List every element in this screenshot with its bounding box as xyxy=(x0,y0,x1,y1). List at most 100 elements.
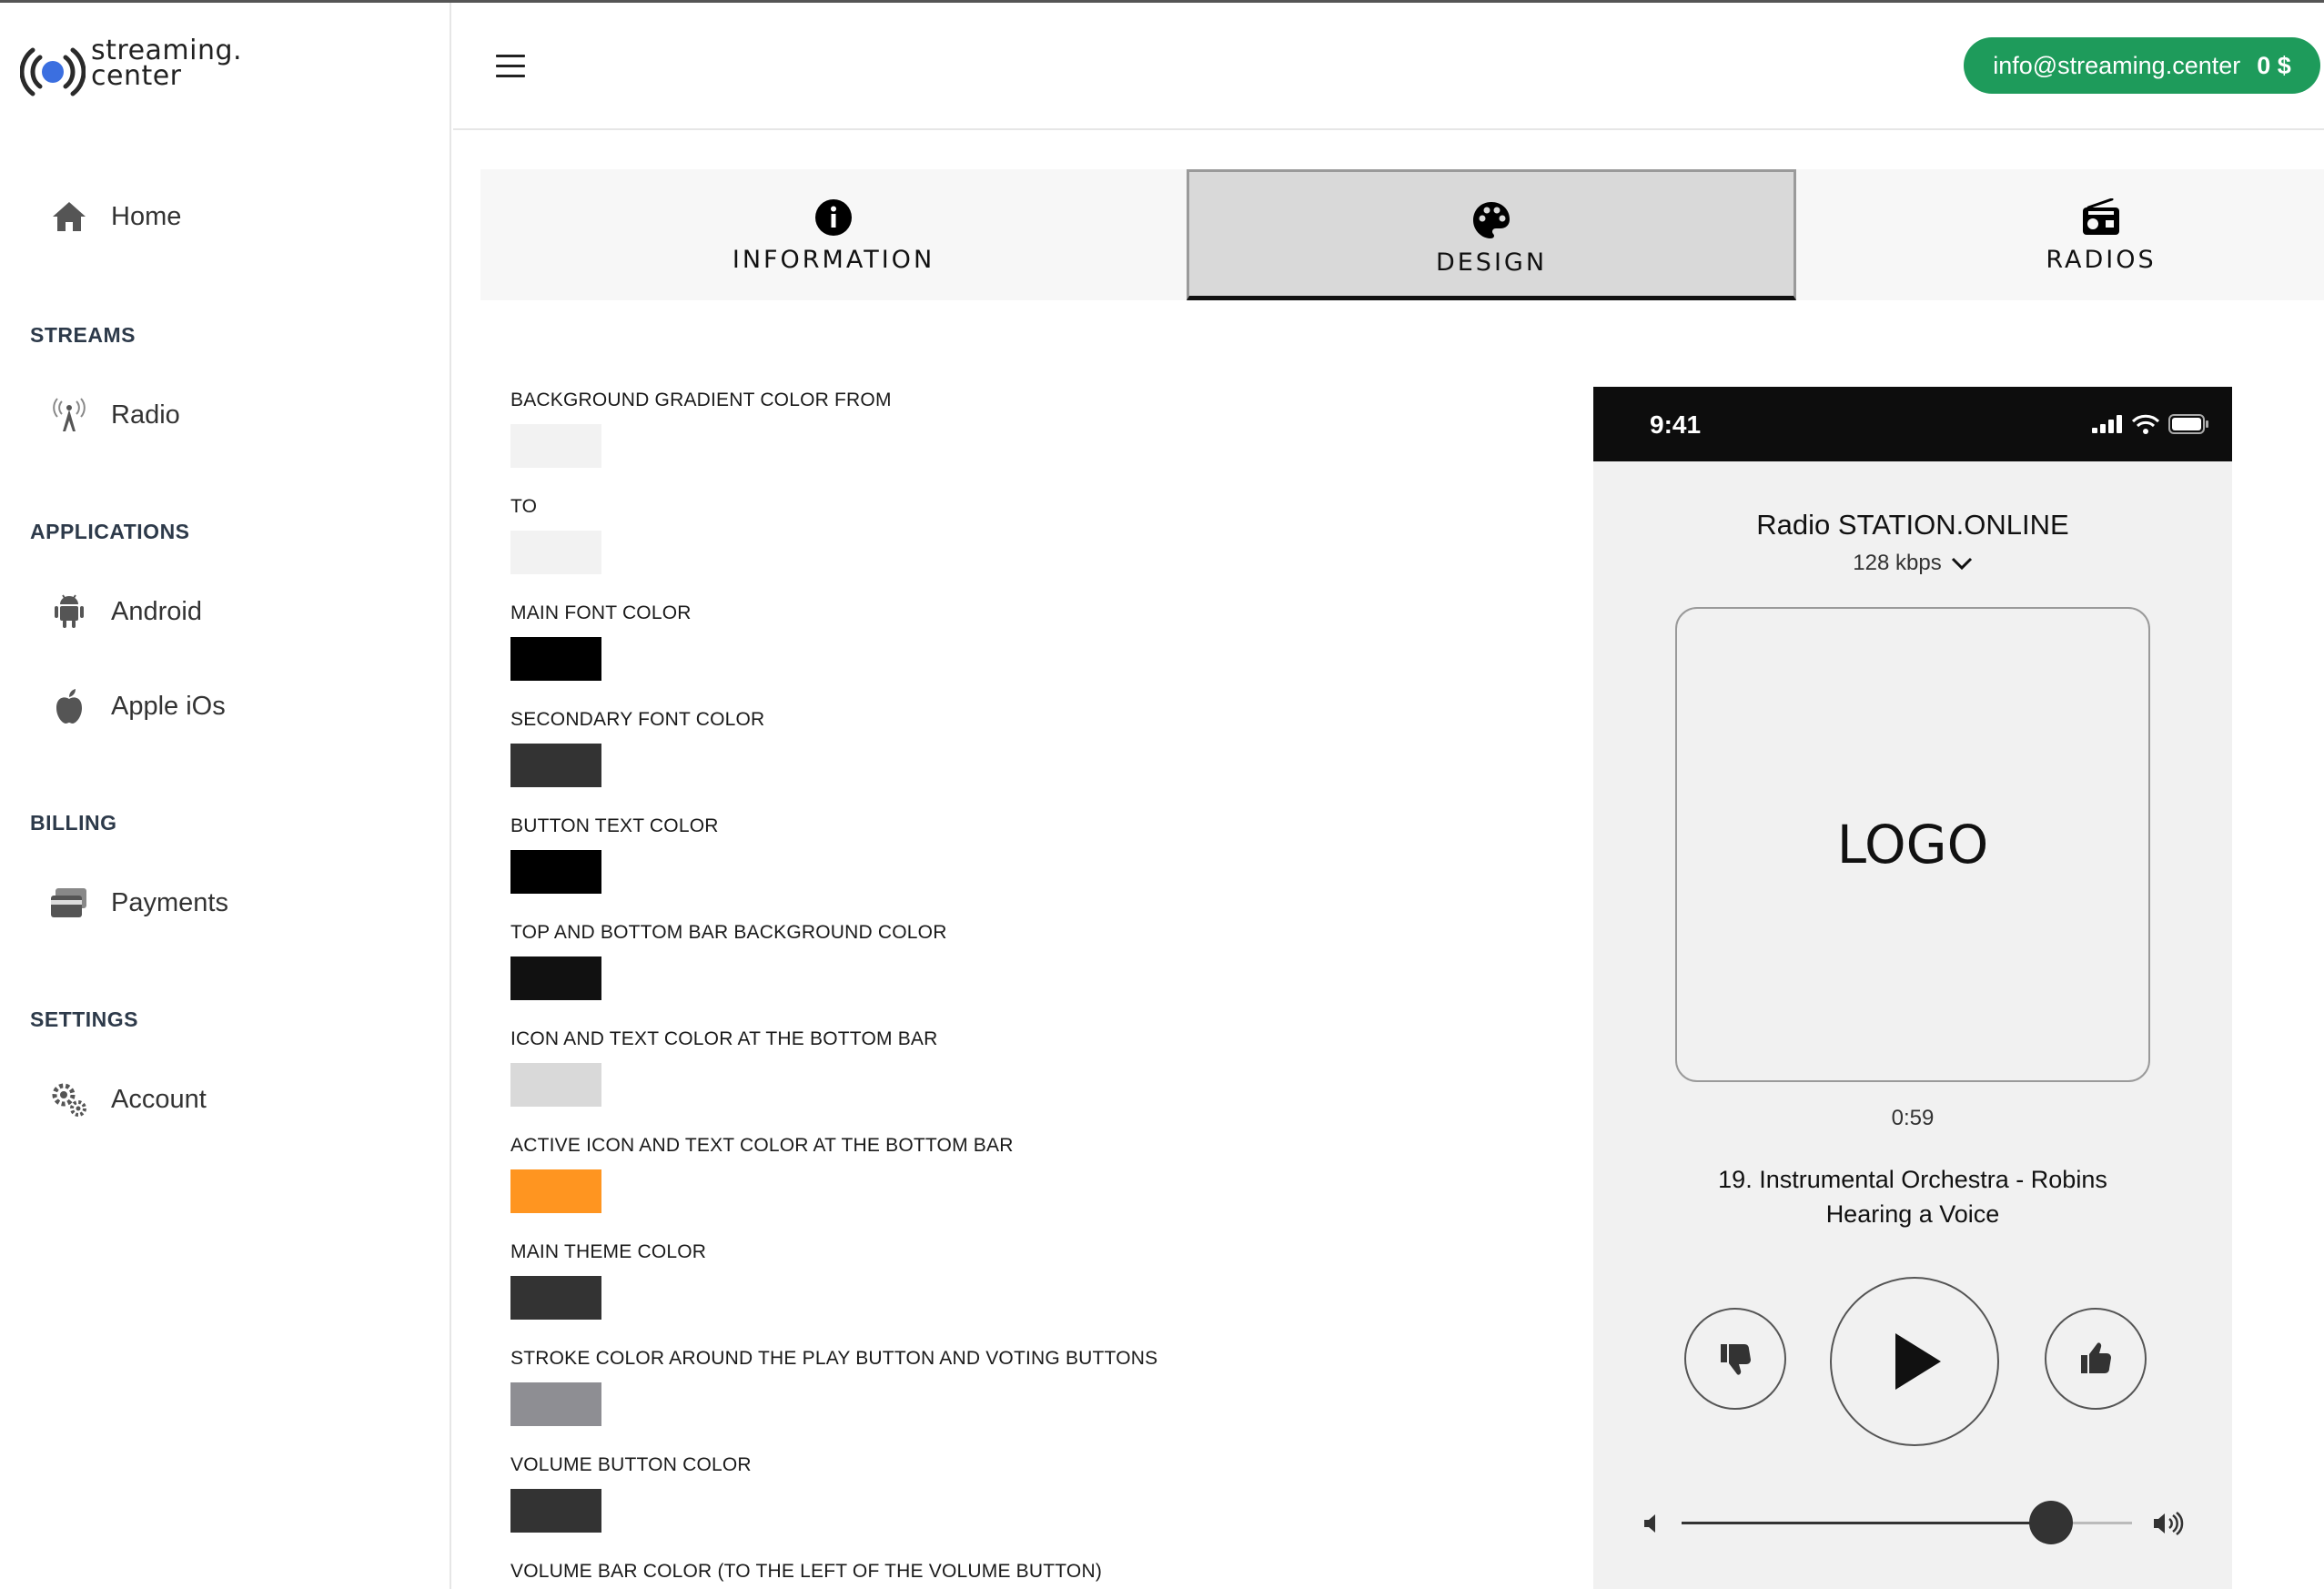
thumbs-up-icon xyxy=(2081,1342,2111,1373)
sidebar: streaming. center Home STREAMS Radio APP… xyxy=(0,3,451,1589)
sidebar-item-android[interactable]: Android xyxy=(49,589,431,634)
color-swatch[interactable] xyxy=(510,424,601,468)
field-active-bottom-bar-color: ACTIVE ICON AND TEXT COLOR AT THE BOTTOM… xyxy=(510,1135,1014,1213)
sidebar-item-payments[interactable]: Payments xyxy=(49,880,431,926)
app-preview: 9:41 Radio STATION.ONLINE 128 kbps LOGO … xyxy=(1593,387,2232,1589)
volume-low-icon xyxy=(1644,1514,1655,1533)
field-label: VOLUME BAR COLOR (TO THE LEFT OF THE VOL… xyxy=(510,1561,1103,1582)
field-label: TO xyxy=(510,496,538,517)
field-label: MAIN FONT COLOR xyxy=(510,602,692,623)
color-swatch[interactable] xyxy=(510,744,601,787)
field-main-font-color: MAIN FONT COLOR xyxy=(510,602,692,681)
color-swatch[interactable] xyxy=(510,1169,601,1213)
sidebar-item-label: Android xyxy=(111,596,202,626)
radio-tower-icon xyxy=(49,395,89,435)
color-swatch[interactable] xyxy=(510,1276,601,1320)
volume-bar-fill xyxy=(1682,1522,2051,1524)
battery-icon xyxy=(2168,414,2208,434)
brand-logo[interactable]: streaming. center xyxy=(20,35,257,99)
apple-icon xyxy=(49,686,89,726)
field-label: SECONDARY FONT COLOR xyxy=(510,709,765,730)
volume-high-icon xyxy=(2154,1512,2184,1535)
sidebar-item-apple-ios[interactable]: Apple iOs xyxy=(49,683,431,729)
field-background-gradient-to: TO xyxy=(510,496,601,574)
field-label: ICON AND TEXT COLOR AT THE BOTTOM BAR xyxy=(510,1028,938,1049)
hamburger-menu-icon[interactable] xyxy=(496,55,525,78)
elapsed-time: 0:59 xyxy=(1891,1106,1935,1130)
like-button[interactable] xyxy=(2045,1308,2147,1410)
section-title-streams: STREAMS xyxy=(30,323,136,347)
thumbs-down-icon xyxy=(1721,1344,1751,1375)
credit-card-icon xyxy=(49,883,89,923)
sidebar-item-label: Apple iOs xyxy=(111,691,226,721)
tab-label: INFORMATION xyxy=(732,246,935,274)
play-icon xyxy=(1895,1333,1941,1390)
field-background-gradient-from: BACKGROUND GRADIENT COLOR FROM xyxy=(510,390,892,468)
field-label: TOP AND BOTTOM BAR BACKGROUND COLOR xyxy=(510,922,947,943)
field-volume-button-color: VOLUME BUTTON COLOR xyxy=(510,1454,752,1533)
station-name: Radio STATION.ONLINE xyxy=(1756,509,2069,541)
sidebar-item-label: Radio xyxy=(111,400,180,430)
gears-icon xyxy=(49,1079,89,1119)
account-balance-button[interactable]: info@streaming.center 0 $ xyxy=(1964,37,2320,94)
status-time: 9:41 xyxy=(1650,410,1702,439)
color-swatch[interactable] xyxy=(510,531,601,574)
broadcast-logo-icon xyxy=(20,47,86,96)
track-title: 19. Instrumental Orchestra - Robins Hear… xyxy=(1718,1166,2107,1228)
dislike-button[interactable] xyxy=(1684,1308,1786,1410)
station-logo-placeholder: LOGO xyxy=(1675,607,2150,1082)
tab-bar: INFORMATION DESIGN RADIOS xyxy=(480,169,2324,300)
sidebar-item-radio[interactable]: Radio xyxy=(49,392,431,438)
color-swatch[interactable] xyxy=(510,637,601,681)
tab-design[interactable]: DESIGN xyxy=(1187,169,1796,300)
tab-information[interactable]: INFORMATION xyxy=(480,169,1187,300)
account-email: info@streaming.center xyxy=(1993,51,2241,79)
sidebar-item-account[interactable]: Account xyxy=(49,1077,431,1122)
field-bar-background-color: TOP AND BOTTOM BAR BACKGROUND COLOR xyxy=(510,922,947,1000)
brand-line-2: center xyxy=(91,60,182,92)
logo-text: LOGO xyxy=(1836,814,1989,875)
volume-knob[interactable] xyxy=(2028,1501,2073,1544)
color-swatch[interactable] xyxy=(510,1382,601,1426)
field-button-text-color: BUTTON TEXT COLOR xyxy=(510,815,719,894)
info-icon xyxy=(814,198,853,237)
section-title-billing: BILLING xyxy=(30,811,117,835)
field-stroke-color: STROKE COLOR AROUND THE PLAY BUTTON AND … xyxy=(510,1348,1157,1426)
field-secondary-font-color: SECONDARY FONT COLOR xyxy=(510,709,764,787)
palette-icon xyxy=(1472,201,1511,239)
account-balance: 0 $ xyxy=(2257,51,2291,79)
volume-slider[interactable] xyxy=(1682,1501,2132,1544)
field-label: MAIN THEME COLOR xyxy=(510,1241,707,1262)
tab-label: RADIOS xyxy=(2046,246,2157,274)
sidebar-item-label: Payments xyxy=(111,887,228,917)
field-volume-bar-color: VOLUME BAR COLOR (TO THE LEFT OF THE VOL… xyxy=(510,1561,1102,1583)
section-title-applications: APPLICATIONS xyxy=(30,520,190,543)
sidebar-item-home[interactable]: Home xyxy=(49,194,431,239)
color-swatch[interactable] xyxy=(510,1489,601,1533)
bitrate-value: 128 kbps xyxy=(1853,551,1942,575)
field-label: STROKE COLOR AROUND THE PLAY BUTTON AND … xyxy=(510,1348,1158,1369)
android-icon xyxy=(49,592,89,632)
signal-icon xyxy=(2092,415,2122,433)
color-swatch[interactable] xyxy=(510,956,601,1000)
field-label: ACTIVE ICON AND TEXT COLOR AT THE BOTTOM… xyxy=(510,1135,1014,1156)
bitrate-select[interactable]: 128 kbps xyxy=(1593,551,2232,576)
play-button[interactable] xyxy=(1830,1277,1999,1446)
field-label: BACKGROUND GRADIENT COLOR FROM xyxy=(510,390,892,410)
sidebar-item-label: Account xyxy=(111,1084,207,1114)
status-bar: 9:41 xyxy=(1593,387,2232,461)
field-label: VOLUME BUTTON COLOR xyxy=(510,1454,752,1475)
home-icon xyxy=(49,197,89,237)
color-swatch[interactable] xyxy=(510,1063,601,1107)
field-main-theme-color: MAIN THEME COLOR xyxy=(510,1241,706,1320)
tab-label: DESIGN xyxy=(1435,248,1548,277)
color-swatch[interactable] xyxy=(510,850,601,894)
section-title-settings: SETTINGS xyxy=(30,1007,139,1031)
tab-radios[interactable]: RADIOS xyxy=(1796,169,2324,300)
field-label: BUTTON TEXT COLOR xyxy=(510,815,719,836)
chevron-down-icon xyxy=(1951,557,1972,571)
sidebar-item-label: Home xyxy=(111,201,182,231)
wifi-icon xyxy=(2132,414,2159,434)
field-bottom-bar-icon-color: ICON AND TEXT COLOR AT THE BOTTOM BAR xyxy=(510,1028,938,1107)
radio-icon xyxy=(2081,198,2121,237)
